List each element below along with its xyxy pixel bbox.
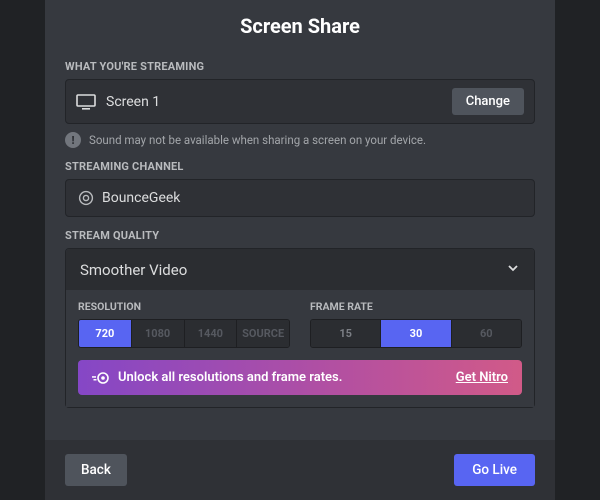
- framerate-30[interactable]: 30: [381, 320, 451, 347]
- nitro-upsell: Unlock all resolutions and frame rates. …: [78, 360, 522, 395]
- resolution-column: RESOLUTION 720 1080 1440 SOURCE: [78, 300, 290, 348]
- quality-preset-dropdown[interactable]: Smoother Video: [66, 249, 534, 290]
- channel-box[interactable]: BounceGeek: [65, 179, 535, 217]
- back-button[interactable]: Back: [65, 454, 127, 486]
- resolution-source[interactable]: SOURCE: [237, 320, 289, 347]
- warning-row: ! Sound may not be available when sharin…: [65, 132, 535, 148]
- resolution-1440[interactable]: 1440: [185, 320, 238, 347]
- streaming-label: WHAT YOU'RE STREAMING: [65, 60, 535, 73]
- warning-text: Sound may not be available when sharing …: [89, 133, 426, 147]
- streaming-source-box: Screen 1 Change: [65, 79, 535, 124]
- channel-label: STREAMING CHANNEL: [65, 160, 535, 173]
- quality-controls: RESOLUTION 720 1080 1440 SOURCE FRAME RA…: [66, 290, 534, 407]
- modal-footer: Back Go Live: [45, 440, 555, 500]
- preset-label: Smoother Video: [80, 261, 506, 279]
- nitro-icon: [92, 371, 110, 385]
- chevron-down-icon: [506, 260, 520, 279]
- quality-label: STREAM QUALITY: [65, 229, 535, 242]
- framerate-label: FRAME RATE: [310, 300, 522, 313]
- nitro-text: Unlock all resolutions and frame rates.: [118, 370, 456, 385]
- change-button[interactable]: Change: [452, 88, 524, 115]
- go-live-button[interactable]: Go Live: [454, 454, 535, 486]
- at-icon: [78, 190, 94, 206]
- channel-name: BounceGeek: [102, 190, 180, 206]
- modal-header: Screen Share: [45, 0, 555, 48]
- framerate-group: 15 30 60: [310, 319, 522, 348]
- resolution-group: 720 1080 1440 SOURCE: [78, 319, 290, 348]
- screen-share-modal: Screen Share WHAT YOU'RE STREAMING Scree…: [45, 0, 555, 500]
- framerate-column: FRAME RATE 15 30 60: [310, 300, 522, 348]
- framerate-15[interactable]: 15: [311, 320, 381, 347]
- quality-box: Smoother Video RESOLUTION 720 1080 1440 …: [65, 248, 535, 408]
- warning-icon: !: [65, 132, 81, 148]
- modal-content: WHAT YOU'RE STREAMING Screen 1 Change ! …: [45, 48, 555, 440]
- modal-title: Screen Share: [45, 14, 555, 38]
- resolution-1080[interactable]: 1080: [132, 320, 185, 347]
- framerate-60[interactable]: 60: [452, 320, 521, 347]
- resolution-label: RESOLUTION: [78, 300, 290, 313]
- get-nitro-link[interactable]: Get Nitro: [456, 370, 508, 385]
- resolution-720[interactable]: 720: [79, 320, 132, 347]
- monitor-icon: [76, 94, 96, 110]
- source-name: Screen 1: [106, 94, 452, 110]
